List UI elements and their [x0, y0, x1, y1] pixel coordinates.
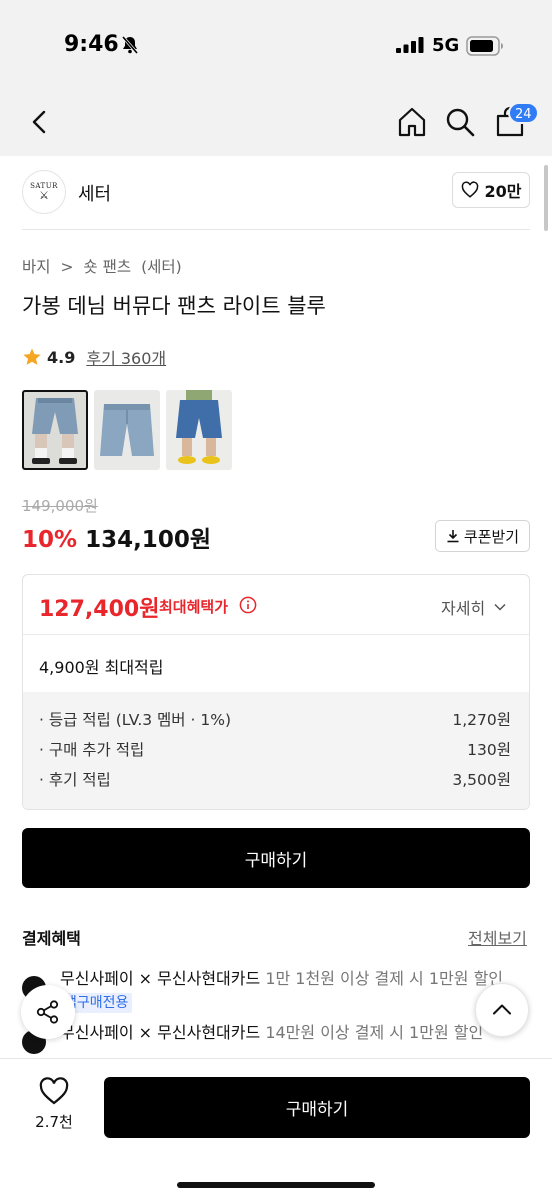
points-total-row: 4,900원 최대적립	[23, 635, 529, 692]
breadcrumb: 바지 > 숏 팬츠 (세터)	[22, 255, 187, 277]
points-value: 1,270원	[452, 711, 511, 729]
brand-name[interactable]: 세터	[78, 180, 111, 206]
battery-icon	[466, 36, 503, 56]
brand-logo-mark: ⚔	[39, 189, 49, 202]
thumbnail-image[interactable]	[166, 390, 232, 470]
coupon-label: 쿠폰받기	[463, 527, 520, 546]
benefit-card: 127,400원 최대혜택가 자세히 4,900원 최대적립 · 등급 적립 (…	[22, 574, 530, 810]
rating-value: 4.9	[47, 347, 76, 367]
points-label: · 후기 적립	[39, 771, 111, 789]
buy-button[interactable]: 구매하기	[22, 828, 530, 888]
discount-rate: 10%	[22, 527, 78, 553]
brand-like-count: 20만	[484, 182, 522, 201]
divider	[22, 229, 530, 230]
points-row: · 구매 추가 적립 130원	[39, 738, 511, 768]
payment-benefit-main: 무신사페이 × 무신사현대카드	[60, 969, 261, 988]
rating-row: 4.9 후기 360개	[22, 345, 166, 369]
shorts-model-side-image	[166, 390, 232, 470]
points-total: 4,900원 최대적립	[39, 658, 164, 677]
star-icon	[23, 348, 41, 365]
original-price: 149,000원	[22, 497, 98, 515]
buy-button-bottom[interactable]: 구매하기	[104, 1077, 530, 1138]
share-button[interactable]	[21, 985, 75, 1039]
thumbnail-image[interactable]	[22, 390, 88, 470]
info-icon[interactable]	[239, 596, 257, 614]
bell-slash-icon	[121, 36, 139, 54]
payment-benefit-sub: 14만원 이상 결제 시 1만원 할인	[265, 1023, 484, 1042]
breadcrumb-item-shorts[interactable]: 숏 팬츠	[83, 258, 131, 276]
points-value: 3,500원	[452, 771, 511, 789]
payment-benefits-title: 결제혜택	[22, 929, 81, 948]
payment-benefit-main: 무신사페이 × 무신사현대카드	[60, 1023, 261, 1042]
search-icon[interactable]	[444, 106, 476, 138]
breadcrumb-item-pants[interactable]: 바지	[22, 258, 51, 276]
detail-label: 자세히	[441, 599, 486, 618]
home-icon[interactable]	[396, 106, 428, 138]
heart-icon	[461, 181, 478, 198]
cart-count-badge[interactable]: 24	[508, 102, 539, 124]
status-bar: 9:46 5G	[0, 0, 552, 92]
thumbnail-image[interactable]	[94, 390, 160, 470]
points-value: 130원	[467, 741, 511, 759]
points-label: · 등급 적립 (LV.3 멤버 · 1%)	[39, 711, 231, 729]
sale-price: 134,100원	[85, 527, 211, 553]
thumbnail-list	[22, 390, 232, 470]
points-row: · 후기 적립 3,500원	[39, 768, 511, 798]
product-title: 가봉 데님 버뮤다 팬츠 라이트 블루	[22, 294, 326, 318]
network-label: 5G	[432, 35, 460, 56]
sale-price-row: 10% 134,100원	[22, 520, 211, 554]
max-benefit-price: 127,400원	[39, 597, 160, 622]
payment-view-all-link[interactable]: 전체보기	[468, 925, 527, 949]
download-icon	[447, 530, 459, 543]
max-benefit-label: 최대혜택가	[159, 598, 229, 616]
detail-toggle[interactable]: 자세히	[441, 595, 507, 619]
review-link[interactable]: 후기 360개	[86, 345, 166, 369]
brand-row[interactable]: SATUR ⚔ 세터 20만	[0, 156, 552, 230]
app-header: 24	[0, 92, 552, 156]
chevron-up-icon	[493, 1004, 511, 1015]
shorts-model-image	[22, 390, 88, 470]
signal-icon	[396, 37, 424, 53]
share-icon	[36, 1000, 59, 1024]
heart-icon	[39, 1077, 69, 1105]
wishlist-count: 2.7천	[35, 1113, 73, 1131]
bottom-action-bar: 2.7천 구매하기	[0, 1058, 552, 1200]
back-icon[interactable]	[26, 108, 54, 136]
points-label: · 구매 추가 적립	[39, 741, 145, 759]
brand-like-button[interactable]: 20만	[452, 172, 530, 208]
shorts-flat-image	[94, 390, 160, 470]
payment-benefit-item[interactable]: 무신사페이 × 무신사현대카드 1만 1천원 이상 결제 시 1만원 할인 앱구…	[22, 968, 503, 1013]
scroll-top-button[interactable]	[475, 983, 529, 1037]
coupon-download-button[interactable]: 쿠폰받기	[435, 520, 530, 552]
payment-benefit-sub: 1만 1천원 이상 결제 시 1만원 할인	[265, 969, 504, 988]
points-breakdown: · 등급 적립 (LV.3 멤버 · 1%) 1,270원 · 구매 추가 적립…	[23, 692, 529, 809]
status-time: 9:46	[64, 32, 119, 57]
payment-benefit-text: 무신사페이 × 무신사현대카드 1만 1천원 이상 결제 시 1만원 할인	[60, 968, 503, 990]
payment-benefit-item[interactable]: 무신사페이 × 무신사현대카드 14만원 이상 결제 시 1만원 할인	[22, 1022, 483, 1054]
max-benefit-header[interactable]: 127,400원 최대혜택가 자세히	[23, 575, 529, 635]
chevron-down-icon	[494, 603, 506, 611]
home-indicator	[177, 1182, 375, 1188]
brand-logo[interactable]: SATUR ⚔	[22, 170, 66, 214]
points-row: · 등급 적립 (LV.3 멤버 · 1%) 1,270원	[39, 708, 511, 738]
breadcrumb-item-brand[interactable]: (세터)	[141, 258, 182, 276]
breadcrumb-separator: >	[60, 258, 74, 276]
scrollbar[interactable]	[544, 165, 548, 231]
payment-benefit-text: 무신사페이 × 무신사현대카드 14만원 이상 결제 시 1만원 할인	[60, 1022, 483, 1044]
wishlist-button[interactable]: 2.7천	[22, 1077, 86, 1132]
